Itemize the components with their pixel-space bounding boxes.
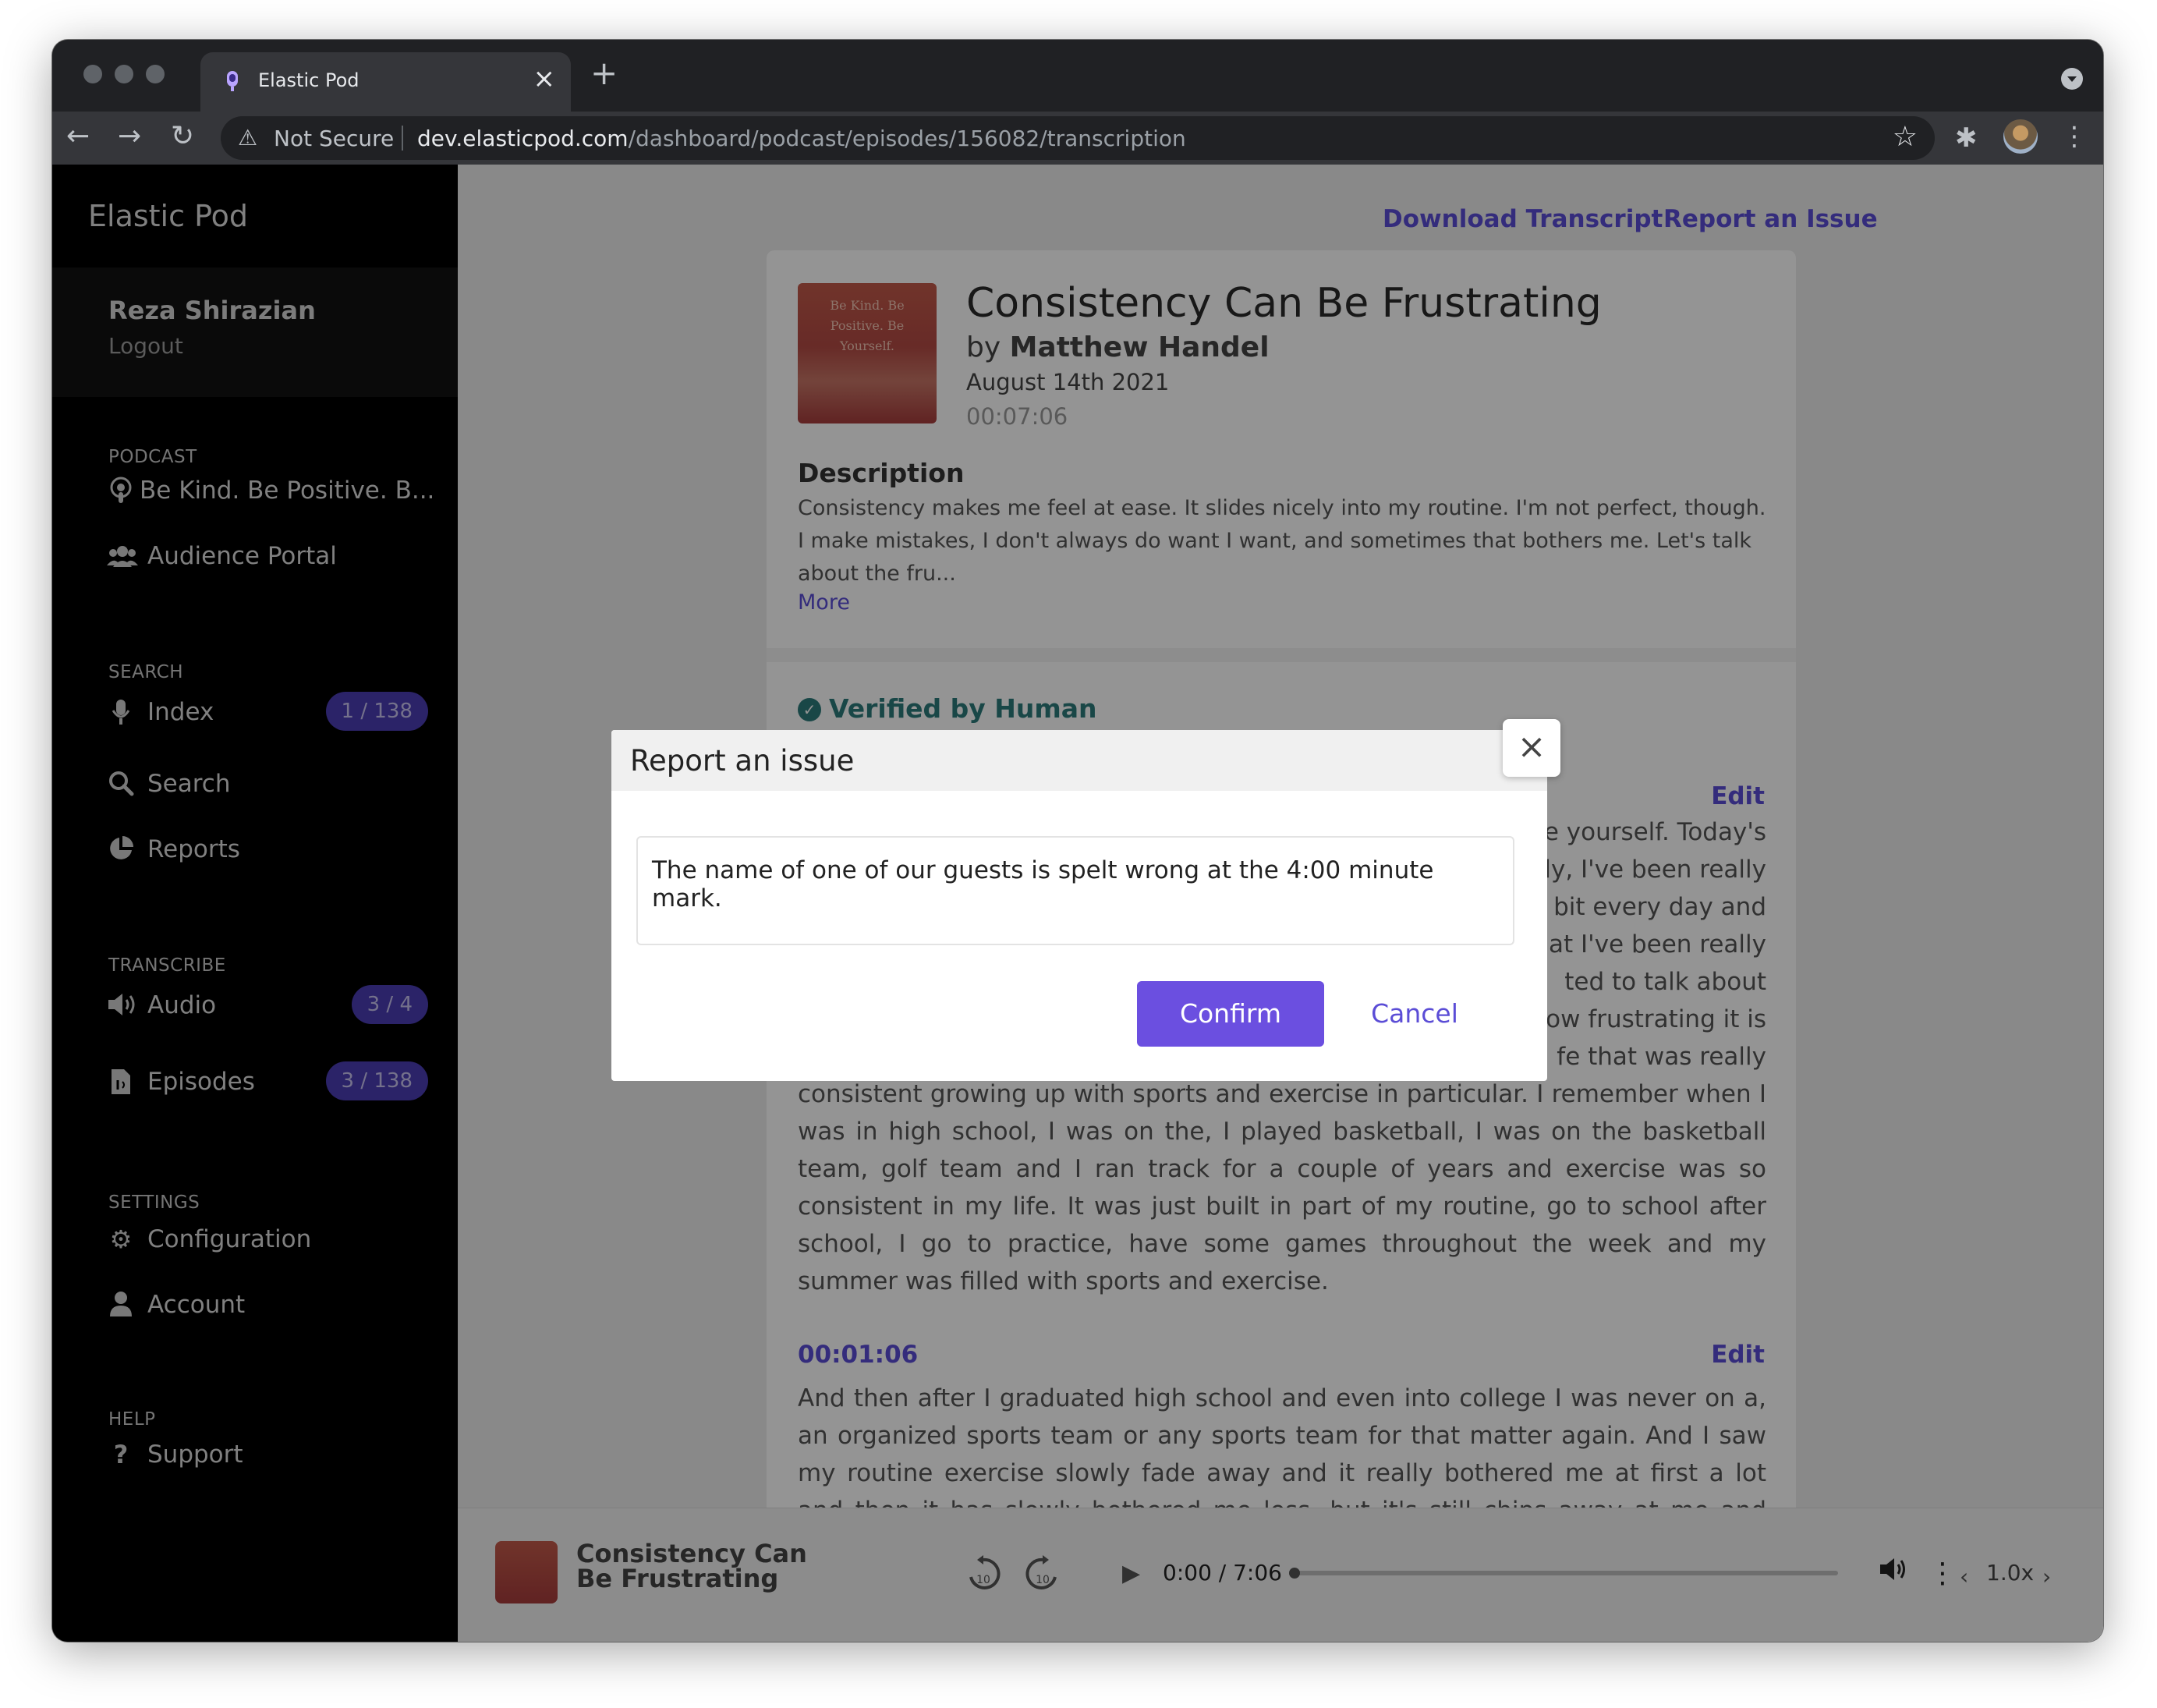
web-page: Elastic Pod Reza Shirazian Logout PODCAS… [52,165,2103,1642]
browser-window: Elastic Pod × + ← → ↻ ⚠ Not Secure dev.e… [52,40,2103,1642]
modal-header: Report an issue [611,730,1547,791]
reload-icon[interactable]: ↻ [171,119,194,154]
url-host: dev.elasticpod.com [417,126,629,151]
new-tab-icon[interactable]: + [590,57,618,90]
podcast-favicon-icon [227,71,238,91]
browser-titlebar: Elastic Pod × + [52,40,2103,112]
browser-tab[interactable]: Elastic Pod × [200,52,571,112]
modal-title: Report an issue [630,744,855,778]
cancel-button[interactable]: Cancel [1360,981,1469,1047]
window-close-dot[interactable] [83,65,102,83]
warning-icon: ⚠ [238,125,258,151]
close-icon[interactable]: × [1503,719,1560,777]
report-issue-modal: Report an issue × The name of one of our… [611,719,1560,1081]
profile-avatar[interactable] [2003,119,2038,154]
confirm-button[interactable]: Confirm [1137,981,1324,1047]
browser-toolbar: ← → ↻ ⚠ Not Secure dev.elasticpod.com/da… [52,112,2103,165]
bookmark-star-icon[interactable]: ☆ [1893,121,1918,153]
omnibox-divider [402,126,403,151]
back-arrow-icon[interactable]: ← [66,119,90,154]
security-label: Not Secure [274,126,395,151]
extensions-puzzle-icon[interactable]: ✱ [1955,122,1978,154]
browser-menu-icon[interactable]: ⋮ [2061,119,2088,154]
address-bar[interactable]: ⚠ Not Secure dev.elasticpod.com/dashboar… [221,116,1935,160]
tab-search-icon[interactable] [2061,68,2083,90]
url-path: /dashboard/podcast/episodes/156082/trans… [628,126,1186,151]
forward-arrow-icon[interactable]: → [118,119,141,154]
issue-textarea[interactable]: The name of one of our guests is spelt w… [636,836,1514,945]
window-maximize-dot[interactable] [146,65,165,83]
tab-title: Elastic Pod [258,69,360,91]
tab-close-icon[interactable]: × [533,63,556,94]
url-text: dev.elasticpod.com/dashboard/podcast/epi… [417,126,1186,151]
window-minimize-dot[interactable] [115,65,133,83]
